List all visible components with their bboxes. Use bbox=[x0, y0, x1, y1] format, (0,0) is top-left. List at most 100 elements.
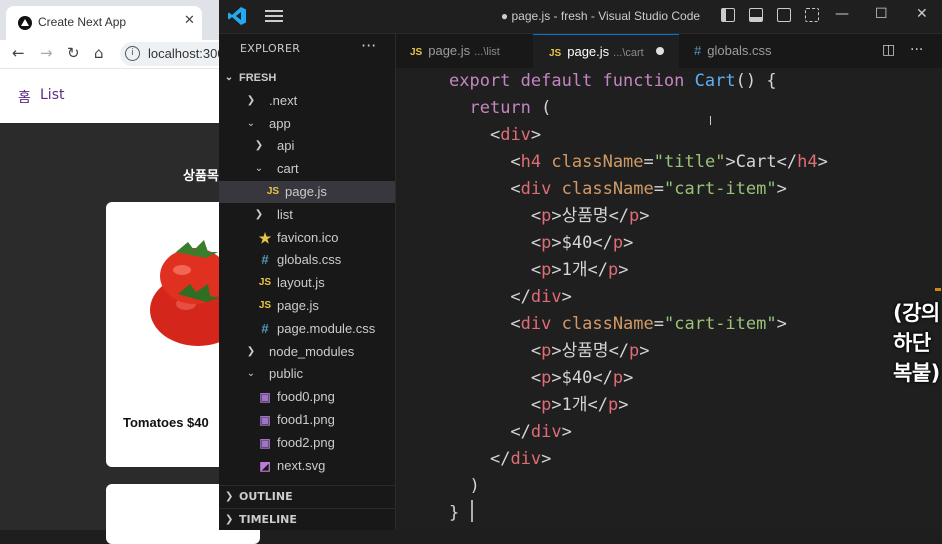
code-line: </div> bbox=[489, 449, 552, 469]
tree-item-label: food2.png bbox=[277, 434, 335, 450]
tree-item-label: FRESH bbox=[239, 72, 277, 84]
toggle-primary-sidebar-icon[interactable] bbox=[721, 8, 735, 22]
code-line: <div> bbox=[489, 125, 542, 145]
star-icon: ★ bbox=[258, 229, 272, 246]
code-line: ) bbox=[469, 476, 480, 496]
javascript-file-icon: JS bbox=[410, 47, 423, 58]
code-line: <p>상품명</p> bbox=[530, 206, 650, 226]
tree-item[interactable]: JS page.js bbox=[219, 295, 395, 317]
tree-item[interactable]: JS page.js bbox=[219, 181, 395, 203]
vscode-window: ● page.js - fresh - Visual Studio Code —… bbox=[219, 0, 942, 530]
tree-item[interactable]: ▣ food0.png bbox=[219, 386, 395, 408]
close-window-icon[interactable]: ✕ bbox=[916, 6, 928, 22]
page-heading: 상품목 bbox=[183, 169, 219, 184]
editor-more-actions-icon[interactable]: ··· bbox=[910, 42, 923, 58]
chevron-right-icon: ❯ bbox=[254, 140, 264, 152]
tree-item-label: globals.css bbox=[277, 252, 342, 268]
close-tab-icon[interactable]: ✕ bbox=[184, 13, 195, 28]
customize-layout-icon[interactable] bbox=[805, 8, 819, 22]
home-icon[interactable]: ⌂ bbox=[94, 44, 104, 62]
tree-item-label: food1.png bbox=[277, 412, 335, 427]
tab-globals-css[interactable]: # globals.css bbox=[680, 34, 800, 68]
tree-item-label: public bbox=[269, 366, 303, 382]
code-line: </div> bbox=[510, 287, 572, 307]
timeline-section[interactable]: ❯ TIMELINE bbox=[219, 508, 395, 531]
tree-item-label: app bbox=[269, 115, 291, 131]
browser-tab[interactable]: Create Next App ✕ bbox=[6, 6, 202, 40]
more-actions-icon[interactable]: ··· bbox=[361, 36, 376, 55]
css-file-icon: # bbox=[261, 320, 269, 336]
address-url: localhost:300 bbox=[148, 46, 225, 61]
tree-item[interactable]: ⌄ cart bbox=[219, 158, 395, 180]
nav-home-link[interactable]: 홈 bbox=[18, 87, 31, 107]
reload-icon[interactable]: ↻ bbox=[67, 44, 80, 62]
nav-list-link[interactable]: List bbox=[40, 87, 64, 103]
explorer-title: EXPLORER bbox=[240, 42, 301, 55]
tree-item-label: api bbox=[277, 138, 295, 154]
tree-item[interactable]: ❯ node_modules bbox=[219, 341, 395, 363]
tab-page-js-list[interactable]: JS page.js ...\list bbox=[396, 34, 532, 68]
javascript-file-icon: JS bbox=[258, 277, 272, 289]
back-icon[interactable]: ← bbox=[12, 44, 25, 62]
code-editor[interactable]: export default function Cart() { return … bbox=[396, 68, 942, 530]
browser-tab-title: Create Next App bbox=[38, 15, 127, 29]
tree-item[interactable]: JS layout.js bbox=[219, 272, 395, 294]
overlay-caption: (강의하단 복붙) bbox=[893, 301, 940, 385]
unsaved-dot-icon[interactable] bbox=[655, 47, 664, 55]
nextjs-favicon-icon bbox=[18, 16, 32, 30]
chevron-right-icon: ❯ bbox=[254, 208, 264, 220]
javascript-file-icon: JS bbox=[549, 48, 562, 59]
tree-item-label: .next bbox=[269, 92, 298, 108]
css-file-icon: # bbox=[694, 43, 702, 58]
css-file-icon: # bbox=[261, 252, 269, 268]
tree-item[interactable]: ▣ food1.png bbox=[219, 409, 395, 431]
tree-item-label: cart bbox=[277, 161, 299, 177]
tree-item[interactable]: # globals.css bbox=[219, 249, 395, 271]
chevron-right-icon: ❯ bbox=[246, 94, 256, 106]
image-file-icon: ▣ bbox=[259, 413, 271, 427]
code-line: } bbox=[449, 503, 460, 523]
tree-item[interactable]: ❯ .next bbox=[219, 90, 395, 112]
tree-item-label: list bbox=[277, 206, 293, 222]
code-line: <p>1개</p> bbox=[530, 395, 629, 415]
tree-item-label: food0.png bbox=[277, 389, 335, 405]
tree-item[interactable]: ⌄ FRESH bbox=[219, 67, 395, 89]
code-line: <div className="cart-item"> bbox=[510, 179, 787, 199]
forward-icon[interactable]: → bbox=[40, 44, 53, 62]
tree-item[interactable]: ❯ list bbox=[219, 204, 395, 226]
tree-item-label: page.js bbox=[285, 184, 327, 199]
tree-item[interactable]: ⌄ app bbox=[219, 113, 395, 135]
chevron-down-icon: ⌄ bbox=[254, 163, 264, 175]
tab-page-js-cart[interactable]: JS page.js ...\cart bbox=[533, 34, 679, 68]
tree-item[interactable]: ★ favicon.ico bbox=[219, 227, 395, 249]
tree-item-label: favicon.ico bbox=[277, 229, 339, 245]
window-title: ● page.js - fresh - Visual Studio Code bbox=[500, 9, 701, 23]
chevron-right-icon: ❯ bbox=[225, 514, 234, 525]
chevron-right-icon: ❯ bbox=[225, 491, 234, 502]
tree-item[interactable]: ⌄ public bbox=[219, 363, 395, 385]
tree-item[interactable]: ▣ food2.png bbox=[219, 432, 395, 454]
tree-item-label: next.svg bbox=[277, 457, 326, 473]
tree-item-label: layout.js bbox=[277, 275, 325, 291]
toggle-panel-icon[interactable] bbox=[749, 8, 763, 22]
chevron-down-icon: ⌄ bbox=[246, 368, 256, 380]
tree-item-label: page.module.css bbox=[277, 320, 376, 336]
code-line: <h4 className="title">Cart</h4> bbox=[510, 152, 828, 172]
toggle-secondary-sidebar-icon[interactable] bbox=[777, 8, 791, 22]
split-editor-icon[interactable]: ◫ bbox=[882, 42, 895, 58]
editor-tabs: JS page.js ...\list JS page.js ...\cart # glo… bbox=[396, 34, 942, 69]
code-line: <p>$40</p> bbox=[530, 233, 634, 253]
tree-item[interactable]: # page.module.css bbox=[219, 318, 395, 340]
code-line: </div> bbox=[510, 422, 572, 442]
maximize-icon[interactable]: ☐ bbox=[875, 6, 888, 22]
tree-item-label: page.js bbox=[277, 298, 319, 313]
javascript-file-icon: JS bbox=[258, 300, 272, 311]
scrollbar-marker[interactable] bbox=[935, 288, 941, 291]
site-info-icon[interactable]: i bbox=[125, 46, 140, 61]
code-line: <div className="cart-item"> bbox=[510, 314, 787, 334]
minimize-icon[interactable]: — bbox=[835, 6, 849, 22]
tree-item[interactable]: ❯ api bbox=[219, 135, 395, 157]
tree-item[interactable]: ◩ next.svg bbox=[219, 455, 395, 477]
outline-section[interactable]: ❯ OUTLINE bbox=[219, 485, 395, 508]
code-line: <p>상품명</p> bbox=[530, 341, 650, 361]
